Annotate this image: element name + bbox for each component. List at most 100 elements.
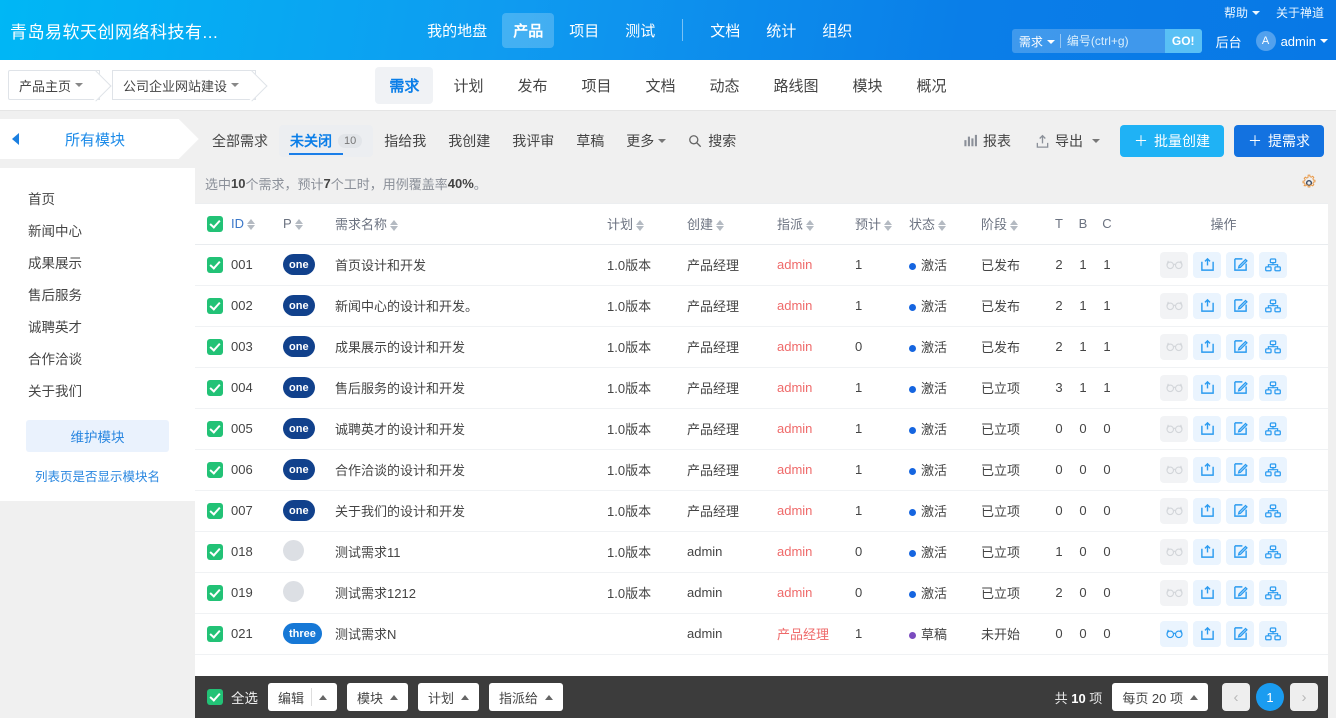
sidebar-item-recruit[interactable]: 诚聘英才 <box>0 310 195 342</box>
cell-name[interactable]: 测试需求1212 <box>331 572 603 613</box>
table-row[interactable]: 003one成果展示的设计和开发1.0版本产品经理admin0激活已发布211 <box>195 326 1328 367</box>
row-checkbox[interactable] <box>207 380 223 396</box>
th-estimate[interactable]: 预计 <box>851 204 905 244</box>
assigned-link[interactable]: admin <box>777 544 812 559</box>
footer-select-all-checkbox[interactable] <box>207 689 223 705</box>
story-title-link[interactable]: 首页设计和开发 <box>335 258 426 273</box>
edit-story-button[interactable] <box>1226 621 1254 647</box>
row-checkbox-cell[interactable] <box>195 572 227 613</box>
row-checkbox[interactable] <box>207 544 223 560</box>
sidebar-item-news[interactable]: 新闻中心 <box>0 214 195 246</box>
cell-assigned-to[interactable]: admin <box>773 572 851 613</box>
split-story-button[interactable] <box>1259 334 1287 360</box>
about-link[interactable]: 关于禅道 <box>1276 4 1324 21</box>
edit-story-button[interactable] <box>1226 539 1254 565</box>
review-story-button[interactable] <box>1160 621 1188 647</box>
nav-item-my[interactable]: 我的地盘 <box>416 13 498 48</box>
sidebar-item-home[interactable]: 首页 <box>0 182 195 214</box>
cell-name[interactable]: 首页设计和开发 <box>331 244 603 285</box>
sidebar-item-about[interactable]: 关于我们 <box>0 374 195 406</box>
edit-story-button[interactable] <box>1226 252 1254 278</box>
filter-unclosed[interactable]: 未关闭 10 <box>279 125 373 157</box>
assigned-link[interactable]: admin <box>777 257 812 272</box>
assigned-link[interactable]: 产品经理 <box>777 627 829 642</box>
tab-project[interactable]: 项目 <box>567 67 625 104</box>
user-menu[interactable]: A admin <box>1256 31 1328 51</box>
sidebar-item-achievements[interactable]: 成果展示 <box>0 246 195 278</box>
cell-name[interactable]: 关于我们的设计和开发 <box>331 490 603 531</box>
row-checkbox[interactable] <box>207 585 223 601</box>
footer-assign-button[interactable]: 指派给 <box>489 683 563 711</box>
report-button[interactable]: 报表 <box>953 125 1021 157</box>
filter-reviewed-by-me[interactable]: 我评审 <box>501 125 565 157</box>
row-checkbox[interactable] <box>207 503 223 519</box>
assigned-link[interactable]: admin <box>777 503 812 518</box>
help-menu[interactable]: 帮助 <box>1208 4 1260 21</box>
edit-story-button[interactable] <box>1226 293 1254 319</box>
tab-story[interactable]: 需求 <box>375 67 433 104</box>
row-checkbox-cell[interactable] <box>195 531 227 572</box>
cell-assigned-to[interactable]: admin <box>773 367 851 408</box>
th-name[interactable]: 需求名称 <box>331 204 603 244</box>
table-row[interactable]: 004one售后服务的设计和开发1.0版本产品经理admin1激活已立项311 <box>195 367 1328 408</box>
cell-assigned-to[interactable]: admin <box>773 285 851 326</box>
row-checkbox-cell[interactable] <box>195 613 227 654</box>
search-go-button[interactable]: GO! <box>1165 29 1202 53</box>
change-story-button[interactable] <box>1193 539 1221 565</box>
story-title-link[interactable]: 新闻中心的设计和开发。 <box>335 299 478 314</box>
new-story-button[interactable]: ＋ 提需求 <box>1234 125 1324 157</box>
row-checkbox-cell[interactable] <box>195 285 227 326</box>
per-page-selector[interactable]: 每页 20 项 <box>1112 683 1208 711</box>
search-type-selector[interactable]: 需求 <box>1012 33 1060 50</box>
story-title-link[interactable]: 诚聘英才的设计和开发 <box>335 422 465 437</box>
filter-created-by-me[interactable]: 我创建 <box>437 125 501 157</box>
th-select-all[interactable] <box>195 204 227 244</box>
cell-assigned-to[interactable]: admin <box>773 490 851 531</box>
row-checkbox-cell[interactable] <box>195 367 227 408</box>
th-plan[interactable]: 计划 <box>603 204 683 244</box>
nav-item-project[interactable]: 项目 <box>558 13 610 48</box>
assigned-link[interactable]: admin <box>777 339 812 354</box>
row-checkbox[interactable] <box>207 257 223 273</box>
footer-plan-button[interactable]: 计划 <box>418 683 479 711</box>
edit-story-button[interactable] <box>1226 416 1254 442</box>
split-story-button[interactable] <box>1259 621 1287 647</box>
cell-assigned-to[interactable]: admin <box>773 531 851 572</box>
row-checkbox-cell[interactable] <box>195 449 227 490</box>
story-title-link[interactable]: 成果展示的设计和开发 <box>335 340 465 355</box>
nav-item-org[interactable]: 组织 <box>811 13 863 48</box>
cell-name[interactable]: 新闻中心的设计和开发。 <box>331 285 603 326</box>
nav-item-test[interactable]: 测试 <box>614 13 666 48</box>
footer-edit-button[interactable]: 编辑 <box>268 683 337 711</box>
change-story-button[interactable] <box>1193 252 1221 278</box>
search-input[interactable] <box>1061 34 1165 48</box>
search-toggle[interactable]: 搜索 <box>677 125 747 157</box>
filter-all-stories[interactable]: 全部需求 <box>201 125 279 157</box>
story-title-link[interactable]: 测试需求1212 <box>335 586 416 601</box>
cell-assigned-to[interactable]: admin <box>773 449 851 490</box>
cell-name[interactable]: 合作洽谈的设计和开发 <box>331 449 603 490</box>
prev-page-button[interactable]: ‹ <box>1222 683 1250 711</box>
table-row[interactable]: 007one关于我们的设计和开发1.0版本产品经理admin1激活已立项000 <box>195 490 1328 531</box>
cell-name[interactable]: 成果展示的设计和开发 <box>331 326 603 367</box>
edit-story-button[interactable] <box>1226 457 1254 483</box>
th-assigned[interactable]: 指派 <box>773 204 851 244</box>
nav-item-product[interactable]: 产品 <box>502 13 554 48</box>
th-id[interactable]: ID <box>227 204 279 244</box>
table-row[interactable]: 018测试需求111.0版本adminadmin0激活已立项100 <box>195 531 1328 572</box>
assigned-link[interactable]: admin <box>777 298 812 313</box>
tab-dynamic[interactable]: 动态 <box>696 67 754 104</box>
row-checkbox[interactable] <box>207 626 223 642</box>
nav-item-doc[interactable]: 文档 <box>699 13 751 48</box>
show-module-name-link[interactable]: 列表页是否显示模块名 <box>0 466 195 485</box>
assigned-link[interactable]: admin <box>777 380 812 395</box>
tab-plan[interactable]: 计划 <box>439 67 497 104</box>
split-story-button[interactable] <box>1259 375 1287 401</box>
next-page-button[interactable]: › <box>1290 683 1318 711</box>
split-story-button[interactable] <box>1259 580 1287 606</box>
table-row[interactable]: 001one首页设计和开发1.0版本产品经理admin1激活已发布211 <box>195 244 1328 285</box>
change-story-button[interactable] <box>1193 580 1221 606</box>
edit-story-button[interactable] <box>1226 498 1254 524</box>
row-checkbox[interactable] <box>207 462 223 478</box>
sidebar-title[interactable]: 所有模块 <box>19 129 179 150</box>
